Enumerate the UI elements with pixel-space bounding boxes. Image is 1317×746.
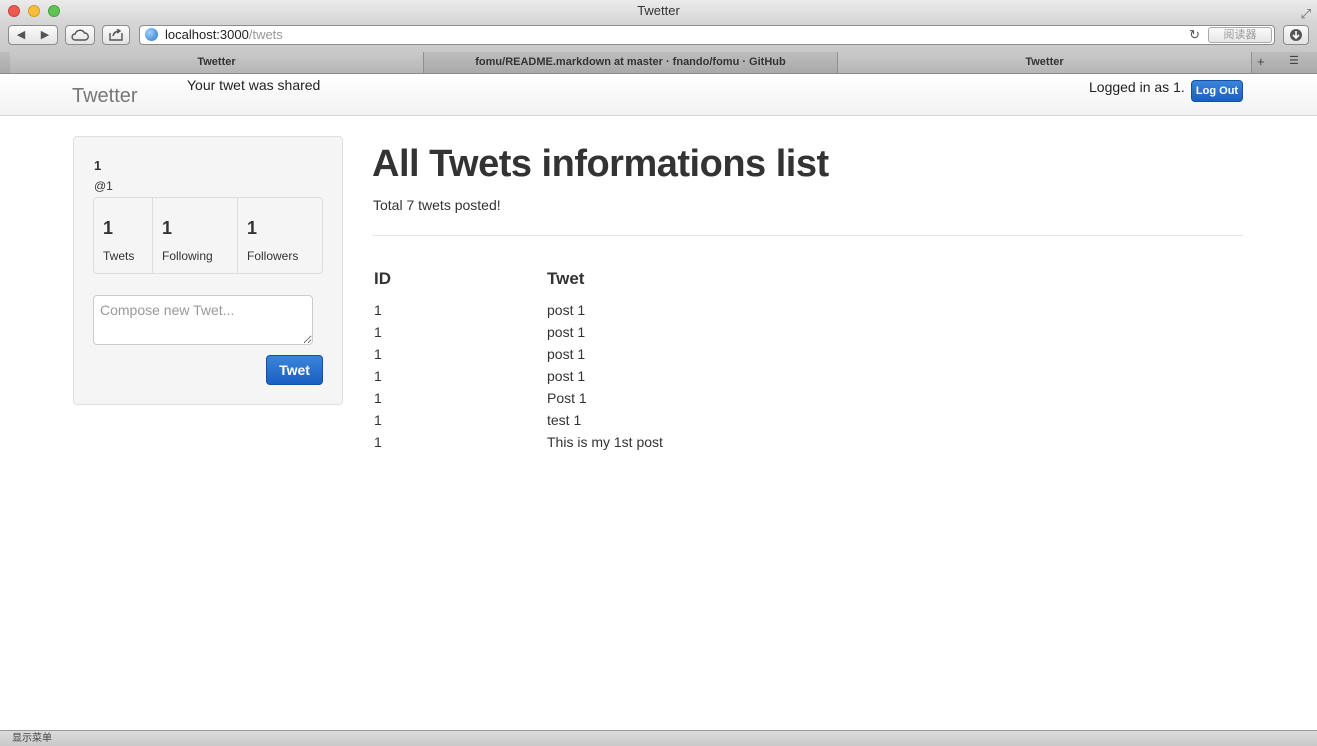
cloud-icon bbox=[71, 29, 89, 41]
stat-twets-label: Twets bbox=[103, 249, 135, 263]
browser-toolbar: ◀ ▶ localhost:3000/twets ↻ 阅读器 bbox=[0, 22, 1317, 52]
back-icon[interactable]: ◀ bbox=[9, 26, 33, 44]
app-navbar: Twetter Your twet was shared Logged in a… bbox=[0, 74, 1317, 116]
zoom-window-icon[interactable] bbox=[48, 5, 60, 17]
tab-twetter-2[interactable]: Twetter bbox=[838, 52, 1252, 73]
stat-followers-value: 1 bbox=[247, 218, 258, 238]
reload-icon[interactable]: ↻ bbox=[1189, 26, 1200, 44]
logout-button[interactable]: Log Out bbox=[1191, 80, 1243, 102]
address-bar[interactable]: localhost:3000/twets ↻ 阅读器 bbox=[139, 25, 1275, 45]
total-count: Total 7 twets posted! bbox=[373, 197, 501, 213]
cell-id: 1 bbox=[374, 390, 382, 406]
url-path: /twets bbox=[248, 27, 283, 42]
cell-id: 1 bbox=[374, 324, 382, 340]
table-row: 1 Post 1 bbox=[374, 390, 974, 412]
twet-submit-button[interactable]: Twet bbox=[266, 355, 323, 385]
column-header-twet: Twet bbox=[547, 269, 585, 288]
page-title: All Twets informations list bbox=[372, 143, 829, 185]
column-header-id: ID bbox=[374, 269, 391, 288]
tab-list-icon[interactable]: ☰ bbox=[1289, 54, 1299, 67]
brand-link[interactable]: Twetter bbox=[72, 85, 138, 108]
cell-twet: test 1 bbox=[547, 412, 582, 428]
stat-following-value: 1 bbox=[162, 218, 173, 238]
share-icon bbox=[109, 28, 123, 41]
profile-sidebar: 1 @1 1 Twets 1 Following 1 Followers Twe… bbox=[73, 136, 343, 405]
status-bar: 显示菜单 bbox=[0, 730, 1317, 746]
logged-in-text: Logged in as 1. bbox=[1089, 79, 1185, 95]
show-menu-label[interactable]: 显示菜单 bbox=[12, 733, 52, 744]
globe-icon bbox=[145, 28, 158, 41]
url-text[interactable]: localhost:3000/twets bbox=[165, 26, 283, 44]
stat-twets[interactable]: 1 Twets bbox=[94, 198, 153, 273]
table-row: 1 post 1 bbox=[374, 368, 974, 390]
stat-twets-value: 1 bbox=[103, 218, 114, 238]
table-row: 1 test 1 bbox=[374, 412, 974, 434]
download-icon bbox=[1290, 29, 1302, 41]
cell-id: 1 bbox=[374, 302, 382, 318]
back-forward-buttons: ◀ ▶ bbox=[8, 25, 58, 45]
profile-handle: @1 bbox=[94, 179, 113, 193]
cell-twet: post 1 bbox=[547, 368, 586, 384]
share-button[interactable] bbox=[102, 25, 130, 45]
stat-followers-label: Followers bbox=[247, 249, 299, 263]
cell-twet: post 1 bbox=[547, 324, 586, 340]
cell-twet: Post 1 bbox=[547, 390, 587, 406]
tab-github-readme[interactable]: fomu/README.markdown at master · fnando/… bbox=[424, 52, 838, 73]
downloads-button[interactable] bbox=[1283, 25, 1309, 45]
cell-id: 1 bbox=[374, 346, 382, 362]
forward-icon[interactable]: ▶ bbox=[33, 26, 57, 44]
window-title: Twetter bbox=[637, 3, 680, 18]
table-row: 1 post 1 bbox=[374, 324, 974, 346]
cell-twet: post 1 bbox=[547, 346, 586, 362]
stat-following-label: Following bbox=[162, 249, 213, 263]
url-host: localhost:3000 bbox=[165, 27, 249, 42]
table-row: 1 post 1 bbox=[374, 346, 974, 368]
window-titlebar: Twetter ⤢ bbox=[0, 0, 1317, 22]
stat-following[interactable]: 1 Following bbox=[153, 198, 238, 273]
cell-id: 1 bbox=[374, 412, 382, 428]
flash-message: Your twet was shared bbox=[187, 77, 321, 93]
cell-twet: post 1 bbox=[547, 302, 586, 318]
profile-stats: 1 Twets 1 Following 1 Followers bbox=[93, 197, 323, 274]
new-tab-icon[interactable]: + bbox=[1257, 54, 1265, 69]
table-row: 1 post 1 bbox=[374, 302, 974, 324]
table-row: 1 This is my 1st post bbox=[374, 434, 974, 456]
compose-twet-input[interactable] bbox=[93, 295, 313, 345]
reader-button[interactable]: 阅读器 bbox=[1208, 27, 1272, 43]
close-window-icon[interactable] bbox=[8, 5, 20, 17]
cell-id: 1 bbox=[374, 368, 382, 384]
cell-twet: This is my 1st post bbox=[547, 434, 663, 450]
tab-bar: Twetter fomu/README.markdown at master ·… bbox=[0, 52, 1317, 74]
divider bbox=[372, 235, 1243, 236]
minimize-window-icon[interactable] bbox=[28, 5, 40, 17]
cell-id: 1 bbox=[374, 434, 382, 450]
stat-followers[interactable]: 1 Followers bbox=[238, 198, 322, 273]
icloud-tabs-button[interactable] bbox=[65, 25, 95, 45]
tab-twetter-1[interactable]: Twetter bbox=[10, 52, 424, 73]
profile-name: 1 bbox=[94, 158, 102, 173]
